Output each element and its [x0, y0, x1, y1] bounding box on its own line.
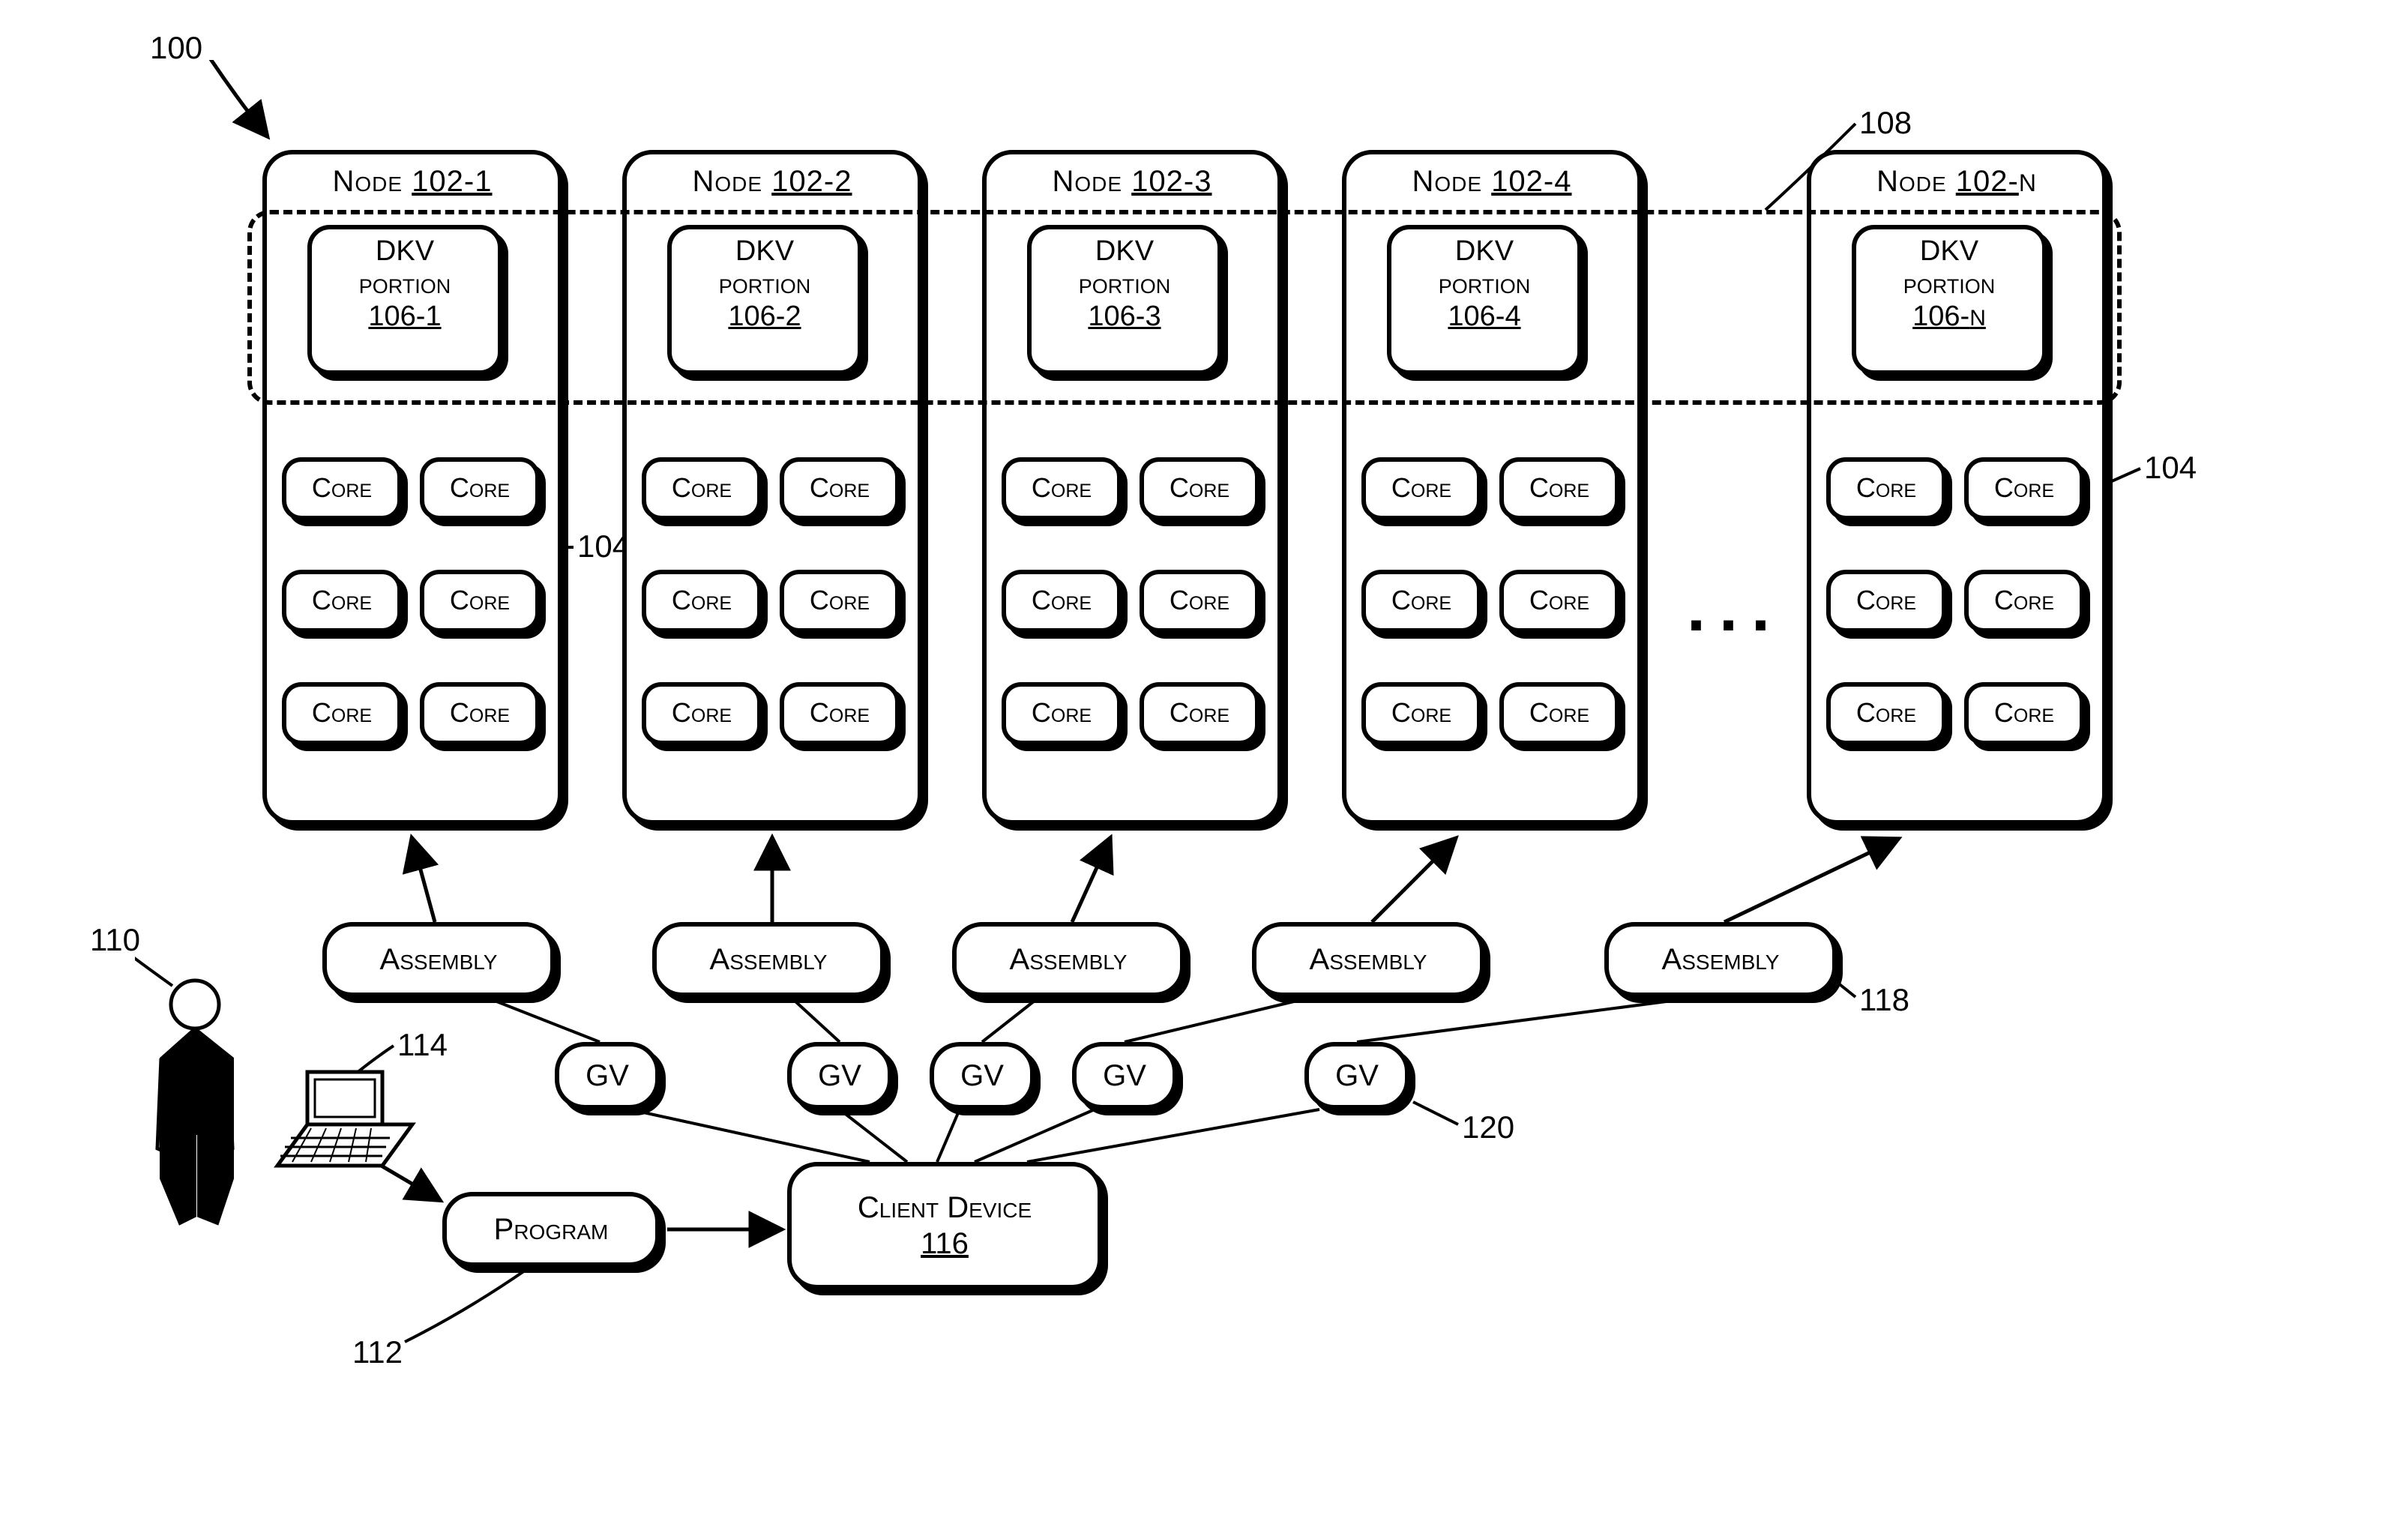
core: Core	[1826, 682, 1946, 745]
core: Core	[1499, 682, 1619, 745]
core: Core	[1140, 457, 1259, 520]
architecture-diagram: 100 Node 102-1 Node 102-2 Node 102-3 Nod…	[135, 60, 2309, 1484]
ref-118: 118	[1859, 982, 1909, 1018]
dkv-n-line1: DKV	[1856, 235, 2042, 268]
core: Core	[282, 682, 402, 745]
core: Core	[1826, 570, 1946, 633]
dkv-n-line2: portion	[1856, 268, 2042, 301]
core: Core	[1002, 682, 1122, 745]
ref-104-right: 104	[2144, 450, 2197, 486]
dkv-3-line2: portion	[1032, 268, 1217, 301]
dkv-1-line2: portion	[312, 268, 498, 301]
gv-n: GV	[1304, 1042, 1409, 1109]
core: Core	[780, 457, 900, 520]
core: Core	[642, 682, 762, 745]
dkv-3-num: 106-3	[1032, 301, 1217, 334]
core: Core	[1361, 682, 1481, 745]
dkv-2-num: 106-2	[672, 301, 858, 334]
node-3-title: Node 102-3	[987, 165, 1277, 199]
core: Core	[420, 570, 540, 633]
dkv-portion-4: DKV portion 106-4	[1387, 225, 1582, 375]
assembly-3: Assembly	[952, 922, 1185, 997]
dkv-2-line2: portion	[672, 268, 858, 301]
gv-1: GV	[555, 1042, 660, 1109]
dkv-1-line1: DKV	[312, 235, 498, 268]
core: Core	[282, 457, 402, 520]
dkv-3-line1: DKV	[1032, 235, 1217, 268]
gv-2: GV	[787, 1042, 892, 1109]
core: Core	[282, 570, 402, 633]
gv-4: GV	[1072, 1042, 1177, 1109]
core: Core	[1499, 457, 1619, 520]
core: Core	[420, 457, 540, 520]
dkv-portion-2: DKV portion 106-2	[667, 225, 862, 375]
core: Core	[1826, 457, 1946, 520]
program: Program	[442, 1192, 660, 1267]
core: Core	[1499, 570, 1619, 633]
dkv-2-line1: DKV	[672, 235, 858, 268]
person-icon	[157, 981, 232, 1223]
client-device-num: 116	[921, 1226, 969, 1262]
gv-3: GV	[930, 1042, 1035, 1109]
core: Core	[1002, 570, 1122, 633]
assembly-2: Assembly	[652, 922, 885, 997]
core: Core	[1964, 570, 2084, 633]
core: Core	[1002, 457, 1122, 520]
dkv-4-num: 106-4	[1391, 301, 1577, 334]
dkv-portion-1: DKV portion 106-1	[307, 225, 502, 375]
laptop-icon	[277, 1072, 412, 1166]
ref-100: 100	[150, 30, 202, 66]
core: Core	[1964, 682, 2084, 745]
core: Core	[420, 682, 540, 745]
node-4-title: Node 102-4	[1346, 165, 1637, 199]
ref-110: 110	[90, 922, 140, 958]
core: Core	[1361, 570, 1481, 633]
core: Core	[780, 682, 900, 745]
core: Core	[1140, 570, 1259, 633]
assembly-1: Assembly	[322, 922, 555, 997]
core: Core	[780, 570, 900, 633]
node-2-title: Node 102-2	[627, 165, 918, 199]
core: Core	[1361, 457, 1481, 520]
dkv-portion-n: DKV portion 106-N	[1852, 225, 2047, 375]
client-device: Client Device 116	[787, 1162, 1102, 1289]
dkv-n-num: 106-N	[1856, 301, 2042, 334]
dkv-1-num: 106-1	[312, 301, 498, 334]
ref-120: 120	[1462, 1109, 1514, 1145]
ref-112: 112	[352, 1334, 403, 1370]
dkv-portion-3: DKV portion 106-3	[1027, 225, 1222, 375]
core: Core	[642, 457, 762, 520]
assembly-4: Assembly	[1252, 922, 1484, 997]
node-1-title: Node 102-1	[267, 165, 558, 199]
core: Core	[1964, 457, 2084, 520]
ref-108: 108	[1859, 105, 1912, 141]
core: Core	[1140, 682, 1259, 745]
node-n-title: Node 102-N	[1811, 165, 2102, 199]
assembly-n: Assembly	[1604, 922, 1837, 997]
dkv-4-line2: portion	[1391, 268, 1577, 301]
ref-114: 114	[397, 1027, 448, 1063]
client-device-label: Client Device	[858, 1190, 1032, 1226]
ellipsis: ...	[1687, 570, 1784, 647]
core: Core	[642, 570, 762, 633]
dkv-4-line1: DKV	[1391, 235, 1577, 268]
